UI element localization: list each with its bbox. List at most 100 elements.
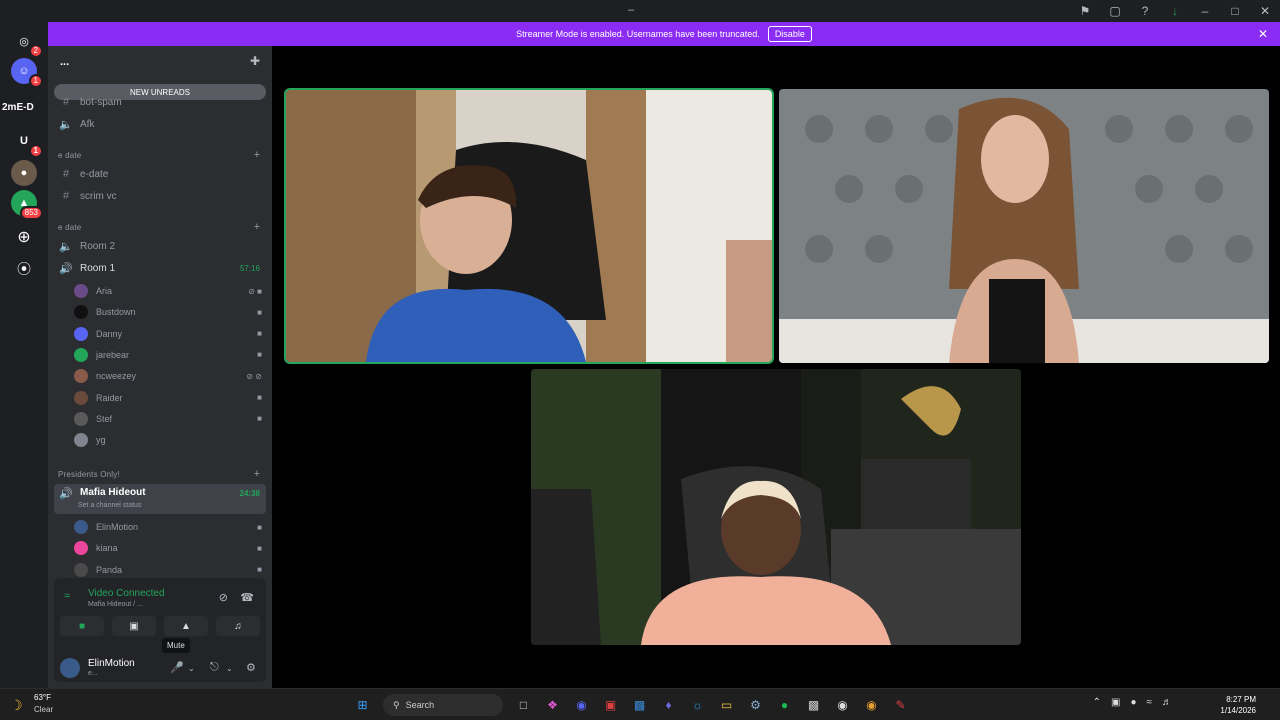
hash-icon: #	[62, 190, 70, 202]
mute-tooltip: Mute	[162, 638, 190, 653]
search-input[interactable]: ⚲ Search	[383, 694, 503, 716]
discord-app-icon[interactable]: ◉	[567, 693, 596, 717]
chevron-down-icon[interactable]: ⌄	[226, 664, 233, 673]
voice-channel-item-active[interactable]: 🔊 Mafia Hideout 24:38 Set a channel statu…	[54, 484, 266, 514]
category-header[interactable]: e date	[58, 151, 81, 160]
add-server-icon[interactable]: ⊕	[11, 224, 37, 250]
app-icon[interactable]: ▣	[596, 693, 625, 717]
voice-member[interactable]: Panda ■	[74, 560, 266, 580]
streamer-mode-banner: Streamer Mode is enabled. Usernames have…	[48, 22, 1280, 46]
server-icon[interactable]: ▲ 853	[11, 190, 43, 220]
invite-icon[interactable]: ✚	[250, 54, 260, 68]
video-feed	[779, 89, 1269, 363]
server-text-item[interactable]: 2mE-D	[2, 102, 34, 113]
server-icon[interactable]: ●	[11, 160, 37, 186]
server-list: ◎ 2 ☺ 1 2mE-D U1 ● ▲ 853 ⊕ ⦿	[0, 22, 48, 688]
discord-home-icon[interactable]: ◎ 2	[11, 28, 43, 58]
add-channel-icon[interactable]: +	[254, 149, 260, 161]
maximize-button[interactable]: □	[1220, 0, 1250, 22]
microphone-tray-icon[interactable]: ●	[1130, 697, 1136, 708]
activities-button[interactable]: ▲	[164, 616, 208, 636]
member-name: Panda	[96, 564, 123, 575]
voice-member[interactable]: ElinMotion ■	[74, 517, 266, 537]
spotify-icon[interactable]: ●	[770, 693, 799, 717]
close-icon[interactable]: ✕	[1258, 27, 1268, 41]
avatar[interactable]	[60, 658, 80, 678]
voice-member[interactable]: Danny ■	[74, 324, 266, 344]
share-screen-button[interactable]: ▣	[112, 616, 156, 636]
channel-item[interactable]: # e-date	[54, 164, 266, 184]
edge-icon[interactable]: ☼	[683, 693, 712, 717]
help-icon[interactable]: ?	[1130, 0, 1160, 22]
voice-member[interactable]: Raider ■	[74, 388, 266, 408]
video-tile[interactable]	[779, 89, 1269, 363]
voice-member[interactable]: ncweezey ⊘ ⊘	[74, 366, 266, 386]
channel-item[interactable]: # scrim vc	[54, 186, 266, 206]
wifi-icon[interactable]: ≈	[1147, 697, 1153, 708]
member-name: Danny	[96, 328, 123, 339]
voice-member[interactable]: yg	[74, 430, 266, 450]
voice-member[interactable]: Stef ■	[74, 409, 266, 429]
category-header[interactable]: e date	[58, 223, 81, 232]
voice-member[interactable]: jarebear ■	[74, 345, 266, 365]
teams-icon[interactable]: ♦	[654, 693, 683, 717]
voice-channel-item[interactable]: 🔈 Room 2	[54, 236, 266, 256]
chevron-up-icon[interactable]: ⌃	[1093, 697, 1101, 708]
channel-item[interactable]: 🔈 Afk	[54, 114, 266, 134]
app-icon[interactable]: ✎	[886, 693, 915, 717]
headphones-icon[interactable]: ⎋	[210, 661, 219, 674]
minimize-button[interactable]: –	[1190, 0, 1220, 22]
member-name: ncweezey	[96, 371, 137, 382]
gear-icon[interactable]: ⚙	[246, 661, 256, 674]
channel-status[interactable]: Set a channel status	[78, 502, 141, 509]
discover-icon[interactable]: ⦿	[11, 256, 37, 282]
member-name: Stef	[96, 413, 113, 424]
app-icon[interactable]: ◉	[828, 693, 857, 717]
voice-member[interactable]: kiana ■	[74, 538, 266, 558]
server-icon[interactable]: U1	[11, 128, 43, 158]
add-channel-icon[interactable]: +	[254, 221, 260, 233]
voice-connection: ≈ Video Connected Mafia Hideout / ... ⊘ …	[62, 584, 258, 614]
avatar	[74, 411, 88, 426]
microphone-icon[interactable]: 🎤	[170, 661, 184, 674]
avatar	[74, 369, 88, 384]
voice-status[interactable]: Video Connected	[88, 588, 165, 599]
voice-member[interactable]: Bustdown ■	[74, 302, 266, 322]
clock[interactable]: 8:27 PM 1/14/2026	[1220, 694, 1256, 716]
avatar	[74, 390, 88, 405]
server-icon[interactable]: ☺ 1	[11, 58, 43, 88]
voice-channel-path[interactable]: Mafia Hideout / ...	[88, 601, 143, 608]
volume-icon[interactable]: ♬	[1162, 697, 1172, 708]
channel-item[interactable]: # bot-spam	[54, 92, 266, 112]
folder-icon[interactable]: ▭	[712, 693, 741, 717]
chrome-icon[interactable]: ◉	[857, 693, 886, 717]
camera-button[interactable]: ■	[60, 616, 104, 636]
tray-app-icon[interactable]: ▣	[1111, 697, 1120, 708]
chevron-down-icon[interactable]: ⌄	[188, 664, 195, 673]
member-name: yg	[96, 435, 106, 446]
noise-suppression-icon[interactable]: ⊘	[219, 591, 228, 604]
download-icon[interactable]: ↓	[1160, 0, 1190, 22]
close-window-button[interactable]: ✕	[1250, 0, 1280, 22]
category-header[interactable]: Presidents Only!	[58, 470, 120, 479]
disable-button[interactable]: Disable	[767, 26, 812, 42]
store-icon[interactable]: ▩	[625, 693, 654, 717]
terminal-icon[interactable]: ▩	[799, 693, 828, 717]
voice-channel-item[interactable]: 🔊 Room 1 57:16	[54, 258, 266, 278]
voice-member[interactable]: Aria ⊘ ■	[74, 281, 266, 301]
add-channel-icon[interactable]: +	[254, 468, 260, 480]
steam-icon[interactable]: ⚙	[741, 693, 770, 717]
video-tile[interactable]	[284, 88, 774, 364]
inbox-icon[interactable]: ▢	[1100, 0, 1130, 22]
video-tile[interactable]	[531, 369, 1021, 645]
soundboard-button[interactable]: ♫	[216, 616, 260, 636]
task-view-icon[interactable]: □	[509, 693, 538, 717]
start-icon[interactable]: ⊞	[348, 693, 377, 717]
moon-icon: ☽	[10, 697, 23, 713]
taskbar: ☽ 63°F Clear ⊞ ⚲ Search □ ❖ ◉ ▣ ▩ ♦ ☼ ▭ ⚙…	[0, 688, 1280, 720]
username[interactable]: ElinMotion	[88, 658, 135, 669]
server-header[interactable]: ... ✚	[48, 46, 272, 78]
disconnect-icon[interactable]: ☎	[240, 591, 254, 604]
flag-icon[interactable]: ⚑	[1070, 0, 1100, 22]
copilot-icon[interactable]: ❖	[538, 693, 567, 717]
